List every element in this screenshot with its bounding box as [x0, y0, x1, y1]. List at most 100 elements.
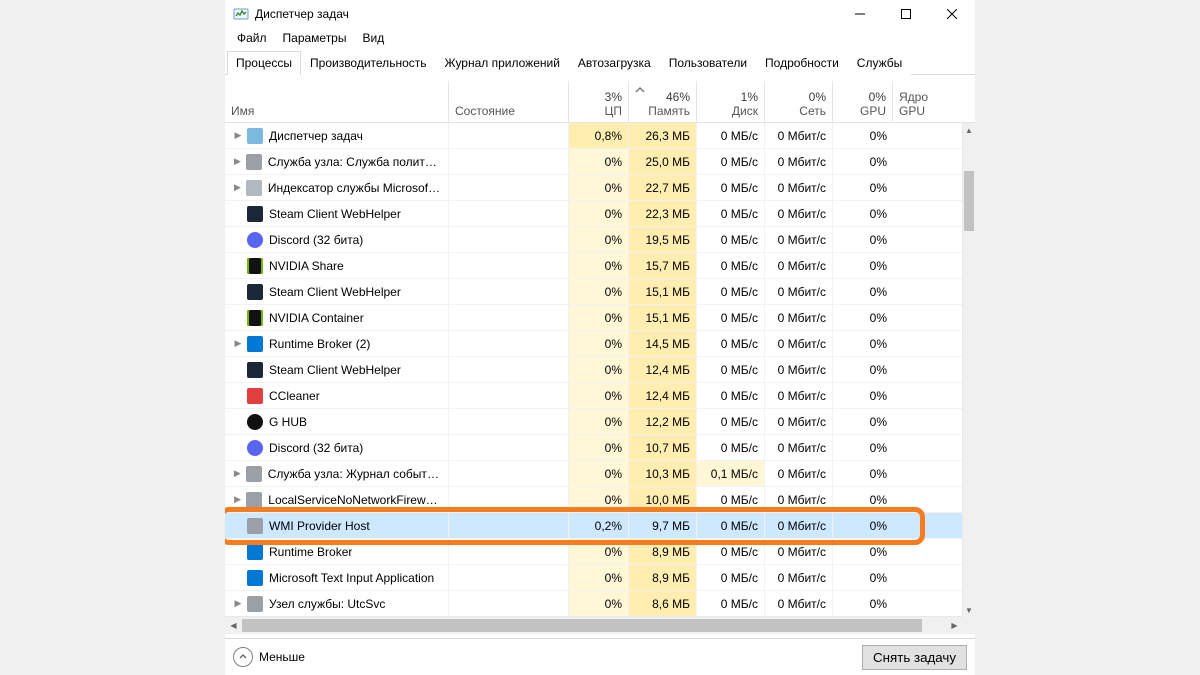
process-row[interactable]: ▶Индексатор службы Microsoft Win...0%22,… — [225, 175, 963, 201]
process-name-label: Runtime Broker (2) — [269, 337, 370, 351]
process-icon — [247, 232, 263, 248]
menu-options[interactable]: Параметры — [275, 29, 355, 47]
process-icon — [247, 284, 263, 300]
process-row[interactable]: Steam Client WebHelper0%12,4 МБ0 МБ/с0 М… — [225, 357, 963, 383]
expand-toggle-icon[interactable]: ▶ — [233, 156, 242, 167]
process-icon — [247, 258, 263, 274]
sort-indicator-icon — [634, 83, 646, 91]
process-name-label: Discord (32 бита) — [269, 441, 363, 455]
process-icon — [247, 336, 263, 352]
process-icon — [246, 466, 262, 482]
process-icon — [247, 570, 263, 586]
expand-toggle-icon[interactable]: ▶ — [233, 494, 242, 505]
process-row[interactable]: ▶Узел службы: UtcSvc0%8,6 МБ0 МБ/с0 Мбит… — [225, 591, 963, 617]
process-icon — [246, 154, 262, 170]
horizontal-scrollbar[interactable]: ◀ ▶ — [225, 616, 963, 634]
process-icon — [247, 544, 263, 560]
process-icon — [247, 310, 263, 326]
tab-users[interactable]: Пользователи — [660, 51, 756, 75]
app-icon — [233, 6, 249, 22]
column-header-cpu[interactable]: 3%ЦП — [569, 81, 629, 122]
process-row[interactable]: Discord (32 бита)0%10,7 МБ0 МБ/с0 Мбит/с… — [225, 435, 963, 461]
process-name-label: Runtime Broker — [269, 545, 352, 559]
process-icon — [247, 206, 263, 222]
process-row[interactable]: NVIDIA Share0%15,7 МБ0 МБ/с0 Мбит/с0% — [225, 253, 963, 279]
tab-services[interactable]: Службы — [848, 51, 911, 75]
end-task-button[interactable]: Снять задачу — [862, 645, 967, 670]
process-name-label: Служба узла: Журнал событий Wi... — [268, 467, 442, 481]
process-icon — [247, 388, 263, 404]
window-close-button[interactable] — [929, 0, 975, 28]
process-row[interactable]: Microsoft Text Input Application0%8,9 МБ… — [225, 565, 963, 591]
process-row[interactable]: Discord (32 бита)0%19,5 МБ0 МБ/с0 Мбит/с… — [225, 227, 963, 253]
process-icon — [246, 492, 262, 508]
column-header-gpu-engine[interactable]: Ядро GPU — [893, 81, 957, 122]
scroll-thumb[interactable] — [964, 171, 974, 231]
vertical-scrollbar[interactable]: ▲ ▼ — [962, 123, 975, 617]
expand-toggle-icon[interactable]: ▶ — [233, 130, 243, 141]
tab-app-history[interactable]: Журнал приложений — [436, 51, 569, 75]
column-header-gpu[interactable]: 0%GPU — [833, 81, 893, 122]
process-row[interactable]: ▶Runtime Broker (2)0%14,5 МБ0 МБ/с0 Мбит… — [225, 331, 963, 357]
column-header-status[interactable]: Состояние — [449, 81, 569, 122]
column-header-name[interactable]: Имя — [225, 81, 449, 122]
process-name-label: Узел службы: UtcSvc — [269, 597, 385, 611]
scroll-up-icon[interactable]: ▲ — [963, 123, 975, 137]
scroll-right-icon[interactable]: ▶ — [946, 617, 963, 634]
process-row[interactable]: ▶Служба узла: Журнал событий Wi...0%10,3… — [225, 461, 963, 487]
expand-toggle-icon[interactable]: ▶ — [233, 338, 243, 349]
process-icon — [247, 128, 263, 144]
tab-startup[interactable]: Автозагрузка — [569, 51, 660, 75]
scroll-left-icon[interactable]: ◀ — [225, 617, 242, 634]
process-name-label: LocalServiceNoNetworkFirewall (2) — [268, 493, 442, 507]
chevron-up-icon — [233, 647, 253, 667]
process-name-label: Диспетчер задач — [269, 129, 363, 143]
expand-toggle-icon[interactable]: ▶ — [233, 598, 243, 609]
process-row[interactable]: G HUB0%12,2 МБ0 МБ/с0 Мбит/с0% — [225, 409, 963, 435]
process-row[interactable]: Steam Client WebHelper0%22,3 МБ0 МБ/с0 М… — [225, 201, 963, 227]
process-icon — [247, 596, 263, 612]
process-icon — [246, 180, 262, 196]
process-name-label: Steam Client WebHelper — [269, 285, 401, 299]
process-row[interactable]: NVIDIA Container0%15,1 МБ0 МБ/с0 Мбит/с0… — [225, 305, 963, 331]
process-name-label: G HUB — [269, 415, 307, 429]
window-maximize-button[interactable] — [883, 0, 929, 28]
process-row[interactable]: CCleaner0%12,4 МБ0 МБ/с0 Мбит/с0% — [225, 383, 963, 409]
process-row[interactable]: ▶LocalServiceNoNetworkFirewall (2)0%10,0… — [225, 487, 963, 513]
window-title: Диспетчер задач — [255, 7, 837, 21]
scroll-thumb-h[interactable] — [242, 619, 922, 632]
process-name-label: Discord (32 бита) — [269, 233, 363, 247]
process-row[interactable]: ▶Диспетчер задач0,8%26,3 МБ0 МБ/с0 Мбит/… — [225, 123, 963, 149]
process-row[interactable]: Runtime Broker0%8,9 МБ0 МБ/с0 Мбит/с0% — [225, 539, 963, 565]
process-name-label: Steam Client WebHelper — [269, 207, 401, 221]
tab-bar: Процессы Производительность Журнал прило… — [225, 50, 975, 75]
menu-bar: Файл Параметры Вид — [225, 28, 975, 50]
process-name-label: NVIDIA Share — [269, 259, 344, 273]
fewer-details-button[interactable]: Меньше — [233, 647, 862, 667]
scroll-down-icon[interactable]: ▼ — [963, 603, 975, 617]
process-row[interactable]: Steam Client WebHelper0%15,1 МБ0 МБ/с0 М… — [225, 279, 963, 305]
task-manager-window: Диспетчер задач Файл Параметры Вид Проце… — [225, 0, 975, 675]
process-icon — [247, 414, 263, 430]
process-row[interactable]: WMI Provider Host0,2%9,7 МБ0 МБ/с0 Мбит/… — [225, 513, 963, 539]
tab-performance[interactable]: Производительность — [301, 51, 435, 75]
expand-toggle-icon[interactable]: ▶ — [233, 468, 242, 479]
process-name-label: NVIDIA Container — [269, 311, 364, 325]
menu-view[interactable]: Вид — [354, 29, 392, 47]
column-header-network[interactable]: 0%Сеть — [765, 81, 833, 122]
tab-details[interactable]: Подробности — [756, 51, 848, 75]
menu-file[interactable]: Файл — [229, 29, 275, 47]
process-row[interactable]: ▶Служба узла: Служба политики д...0%25,0… — [225, 149, 963, 175]
expand-toggle-icon[interactable]: ▶ — [233, 182, 242, 193]
process-icon — [247, 518, 263, 534]
tab-processes[interactable]: Процессы — [227, 51, 301, 75]
process-name-label: Steam Client WebHelper — [269, 363, 401, 377]
title-bar: Диспетчер задач — [225, 0, 975, 28]
process-icon — [247, 362, 263, 378]
process-name-label: Служба узла: Служба политики д... — [268, 155, 442, 169]
footer-bar: Меньше Снять задачу — [225, 638, 975, 675]
column-header-disk[interactable]: 1%Диск — [697, 81, 765, 122]
window-minimize-button[interactable] — [837, 0, 883, 28]
process-name-label: WMI Provider Host — [269, 519, 370, 533]
column-header-row: Имя Состояние 3%ЦП 46%Память 1%Диск 0%Се… — [225, 81, 975, 123]
